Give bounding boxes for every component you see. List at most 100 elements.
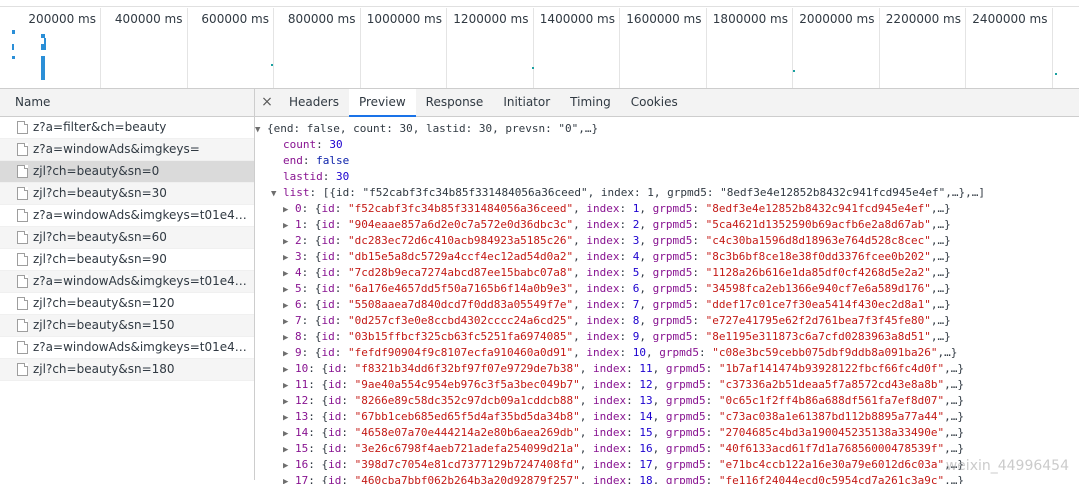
request-row[interactable]: z?a=windowAds&imgkeys=t01e46011...: [0, 271, 254, 293]
tab-initiator[interactable]: Initiator: [493, 89, 560, 116]
json-key: id: [328, 474, 342, 484]
json-root-row[interactable]: ▼ {end: false, count: 30, lastid: 30, pre…: [255, 121, 1079, 137]
json-punct: :: [341, 410, 355, 423]
expand-triangle-icon[interactable]: ▶: [283, 410, 295, 426]
request-name: z?a=filter&ch=beauty: [33, 120, 167, 134]
expand-triangle-icon[interactable]: ▶: [283, 218, 295, 234]
tab-headers[interactable]: Headers: [279, 89, 349, 116]
expand-triangle-icon[interactable]: ▶: [283, 250, 295, 266]
json-list-item[interactable]: ▶ 2: {id: "dc283ec72d6c410acb984923a5185c…: [255, 233, 1079, 249]
json-key: grpmd5: [652, 218, 693, 231]
expand-triangle-icon[interactable]: ▶: [283, 474, 295, 484]
request-row[interactable]: zjl?ch=beauty&sn=0: [0, 161, 254, 183]
json-list-item[interactable]: ▶ 3: {id: "db15e5a8dc5729a4ccf4ec12ad54d0…: [255, 249, 1079, 265]
expand-triangle-icon[interactable]: ▶: [283, 362, 295, 378]
timeline-request-dot: [793, 70, 795, 72]
json-index-value: 10: [632, 346, 647, 359]
request-row[interactable]: zjl?ch=beauty&sn=180: [0, 359, 254, 381]
timeline-gridline: [186, 8, 188, 88]
json-item-index: 1: [295, 218, 302, 231]
json-list-item[interactable]: ▶ 7: {id: "0d257cf3e0e8ccbd4302cccc24a6cd…: [255, 313, 1079, 329]
json-list-item[interactable]: ▶ 0: {id: "f52cabf3fc34b85f331484056a36ce…: [255, 201, 1079, 217]
json-list-item[interactable]: ▶ 6: {id: "5508aaea7d840dcd7f0dd83a05549f…: [255, 297, 1079, 313]
json-index-value: 18: [639, 474, 653, 484]
timeline-gridline: [792, 8, 793, 88]
document-icon: [17, 143, 28, 156]
json-list-item[interactable]: ▶ 4: {id: "7cd28b9eca7274abcd87ee15babc07…: [255, 265, 1079, 281]
timeline-overview[interactable]: 200000 ms 400000 ms 600000 ms 800000 ms 1000…: [0, 0, 1079, 89]
json-punct: :: [705, 426, 719, 439]
json-list-item[interactable]: ▶ 9: {id: "fefdf90904f9c8107ecfa910460a0d…: [255, 345, 1079, 361]
expand-triangle-icon[interactable]: ▶: [283, 202, 295, 218]
json-item-index: 7: [295, 314, 302, 327]
timeline-request-dot: [1055, 73, 1057, 75]
details-tab-bar: × Headers Preview Response Initiator Timing C…: [255, 89, 1079, 117]
expand-triangle-icon[interactable]: ▶: [283, 458, 295, 474]
expand-triangle-icon[interactable]: ▶: [283, 378, 295, 394]
name-column-header[interactable]: Name: [0, 89, 254, 117]
expand-triangle-icon[interactable]: ▶: [283, 426, 295, 442]
request-row[interactable]: zjl?ch=beauty&sn=120: [0, 293, 254, 315]
close-details-icon[interactable]: ×: [255, 89, 279, 116]
json-item-index: 6: [295, 298, 302, 311]
expand-triangle-icon[interactable]: ▶: [283, 282, 295, 298]
json-grpmd5-value: "8c3b6bf8ce18e38f0dd3376fcee0b202": [705, 250, 931, 263]
expand-triangle-icon[interactable]: ▶: [283, 394, 295, 410]
request-row[interactable]: zjl?ch=beauty&sn=90: [0, 249, 254, 271]
json-key: grpmd5: [659, 346, 700, 359]
json-item-index: 5: [295, 282, 302, 295]
json-punct: ,: [573, 266, 587, 279]
json-punct: ,…}: [930, 218, 951, 231]
json-list-item[interactable]: ▶ 5: {id: "6a176e4657dd5f50a7165b6f14a0b9…: [255, 281, 1079, 297]
json-list-item[interactable]: ▶ 1: {id: "904eaae857a6d2e0c7a572e0d36dbc…: [255, 217, 1079, 233]
json-punct: ,…}: [930, 298, 951, 311]
json-punct: :: [626, 362, 640, 375]
json-punct: ,: [652, 410, 666, 423]
tab-cookies[interactable]: Cookies: [621, 89, 688, 116]
json-key: id: [321, 314, 335, 327]
json-key: grpmd5: [665, 394, 706, 407]
expand-triangle-icon[interactable]: ▶: [283, 266, 295, 282]
tab-response[interactable]: Response: [416, 89, 494, 116]
json-punct: :: [334, 314, 348, 327]
expand-triangle-icon[interactable]: ▶: [283, 442, 295, 458]
json-list-item[interactable]: ▶ 8: {id: "03b15ffbcf325cb63fc5251fa69740…: [255, 329, 1079, 345]
request-row[interactable]: zjl?ch=beauty&sn=150: [0, 315, 254, 337]
json-punct: ,…}: [944, 362, 964, 375]
timeline-gridline: [619, 8, 620, 88]
json-list-row[interactable]: ▼ list: [{id: "f52cabf3fc34b85f331484056a…: [255, 185, 1079, 201]
json-list-item[interactable]: ▶ 14: {id: "4658e07a70e444214a2e80b6aea26…: [255, 425, 1079, 441]
json-punct: ,: [573, 234, 587, 247]
json-list-item[interactable]: ▶ 11: {id: "9ae40a554c954eb976c3f5a3bec04…: [255, 377, 1079, 393]
request-row[interactable]: z?a=filter&ch=beauty: [0, 117, 254, 139]
expand-triangle-icon[interactable]: ▶: [283, 346, 295, 362]
json-grpmd5-value: "0c65c1f2ff4b86a688df561fa7ef8d07": [718, 394, 945, 407]
expand-triangle-icon[interactable]: ▶: [283, 314, 295, 330]
request-row[interactable]: zjl?ch=beauty&sn=30: [0, 183, 254, 205]
json-list-item[interactable]: ▶ 13: {id: "67bb1ceb685ed65f5d4af35bd5da3…: [255, 409, 1079, 425]
json-punct: :: [334, 346, 348, 359]
json-list-item[interactable]: ▶ 10: {id: "f8321b34dd6f32bf97f07e9729de7…: [255, 361, 1079, 377]
request-row[interactable]: z?a=windowAds&imgkeys=t01e46011...: [0, 337, 254, 359]
expand-triangle-icon[interactable]: ▼: [255, 122, 267, 138]
expand-triangle-icon[interactable]: ▶: [283, 234, 295, 250]
json-punct: ,: [579, 442, 594, 455]
expand-triangle-icon[interactable]: ▼: [271, 186, 283, 202]
json-list-item[interactable]: ▶ 12: {id: "8266e89c58dc352c97dcb09a1cddc…: [255, 393, 1079, 409]
json-punct: ,: [639, 330, 653, 343]
json-punct: :: [341, 394, 355, 407]
request-row[interactable]: zjl?ch=beauty&sn=60: [0, 227, 254, 249]
request-row[interactable]: z?a=windowAds&imgkeys=: [0, 139, 254, 161]
json-key: grpmd5: [652, 298, 693, 311]
expand-triangle-icon[interactable]: ▶: [283, 330, 295, 346]
expand-triangle-icon[interactable]: ▶: [283, 298, 295, 314]
json-punct: :: [699, 346, 713, 359]
json-field-row: count: 30: [283, 138, 343, 151]
tab-timing[interactable]: Timing: [560, 89, 621, 116]
json-punct: :: [619, 266, 633, 279]
json-list-item[interactable]: ▶ 17: {id: "460cba7bbf062b264b3a20d92879f…: [255, 473, 1079, 484]
json-list-item[interactable]: ▶ 15: {id: "3e26c6798f4aeb721adefa254099d…: [255, 441, 1079, 457]
request-row[interactable]: z?a=windowAds&imgkeys=t01e46011...: [0, 205, 254, 227]
tab-preview[interactable]: Preview: [348, 89, 416, 117]
json-key: id: [328, 394, 342, 407]
